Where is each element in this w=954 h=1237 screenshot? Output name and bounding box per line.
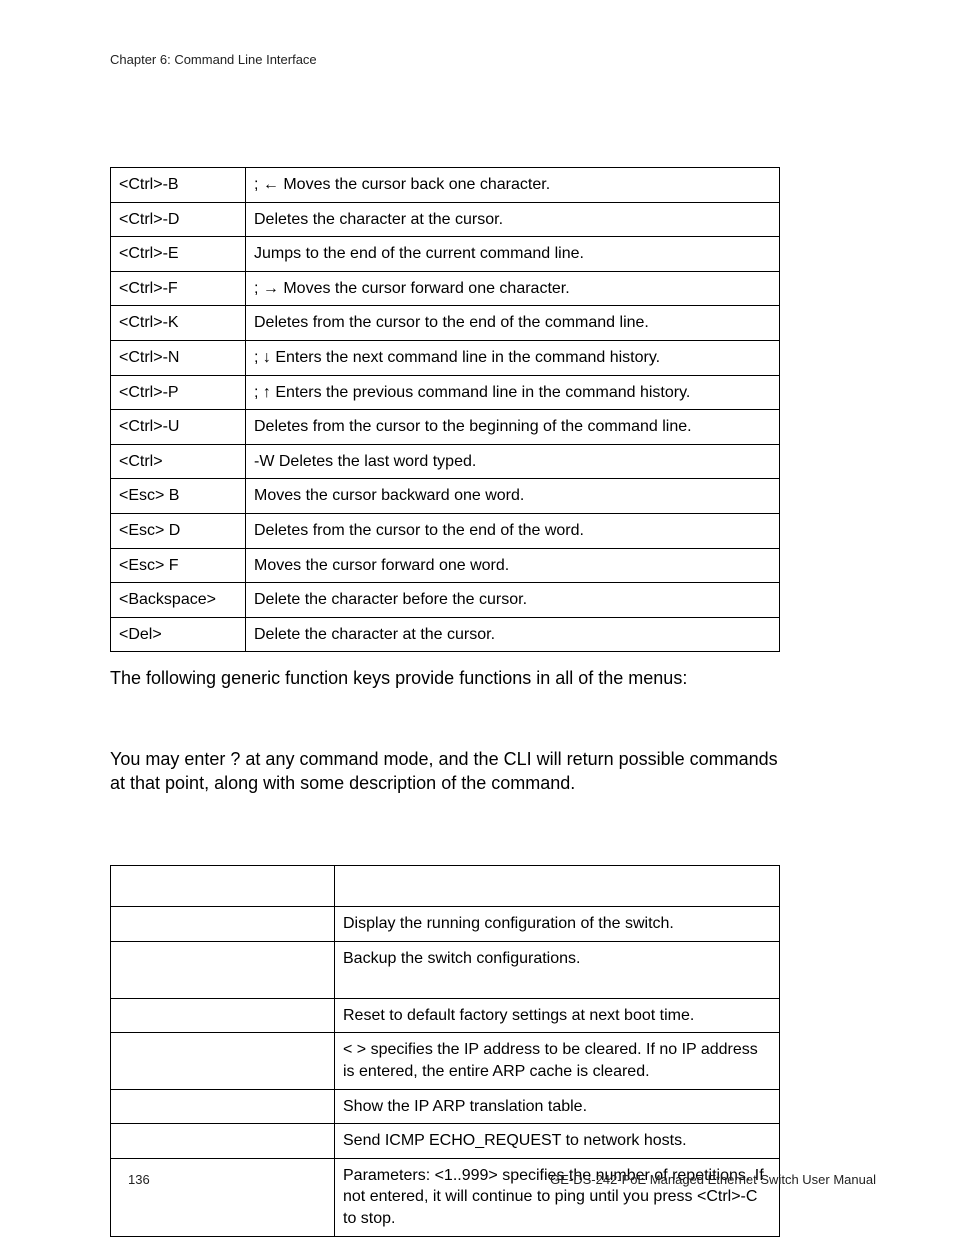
key-cell: <Esc> F — [111, 548, 246, 583]
desc-cell: -W Deletes the last word typed. — [246, 444, 780, 479]
desc-cell: < > specifies the IP address to be clear… — [335, 1033, 780, 1089]
table-row: <Ctrl>-EJumps to the end of the current … — [111, 237, 780, 272]
table-row: < > specifies the IP address to be clear… — [111, 1033, 780, 1089]
key-cell: <Ctrl>-K — [111, 306, 246, 341]
cmd-cell — [111, 866, 335, 907]
key-cell: <Ctrl>-U — [111, 410, 246, 445]
manual-title: GE-DS-242-PoE Managed Ethernet Switch Us… — [550, 1172, 876, 1187]
page-footer: 136 GE-DS-242-PoE Managed Ethernet Switc… — [128, 1172, 876, 1187]
desc-cell — [335, 866, 780, 907]
key-cell: <Del> — [111, 617, 246, 652]
paragraph: The following generic function keys prov… — [110, 666, 780, 690]
desc-cell: Display the running configuration of the… — [335, 907, 780, 942]
table-row: Parameters: <1..999> specifies the numbe… — [111, 1158, 780, 1236]
table-row: <Ctrl>-N; ↓ Enters the next command line… — [111, 340, 780, 375]
desc-cell: Deletes from the cursor to the end of th… — [246, 306, 780, 341]
desc-cell: Backup the switch configurations. — [335, 941, 780, 998]
desc-cell: Delete the character at the cursor. — [246, 617, 780, 652]
desc-cell: Deletes from the cursor to the beginning… — [246, 410, 780, 445]
table-row: Backup the switch configurations. — [111, 941, 780, 998]
page-number: 136 — [128, 1172, 150, 1187]
cmd-cell — [111, 1124, 335, 1159]
table-row: <Esc> FMoves the cursor forward one word… — [111, 548, 780, 583]
table-row: <Ctrl>-B; ← Moves the cursor back one ch… — [111, 168, 780, 203]
table-row: <Del>Delete the character at the cursor. — [111, 617, 780, 652]
desc-cell: ; ↑ Enters the previous command line in … — [246, 375, 780, 410]
desc-cell: Moves the cursor forward one word. — [246, 548, 780, 583]
key-cell: <Esc> D — [111, 513, 246, 548]
desc-cell: ; → Moves the cursor forward one charact… — [246, 271, 780, 306]
cmd-cell — [111, 907, 335, 942]
key-cell: <Ctrl>-B — [111, 168, 246, 203]
desc-cell: Parameters: <1..999> specifies the numbe… — [335, 1158, 780, 1236]
desc-cell: Reset to default factory settings at nex… — [335, 998, 780, 1033]
desc-cell: ; ↓ Enters the next command line in the … — [246, 340, 780, 375]
table-row: <Ctrl>-F; → Moves the cursor forward one… — [111, 271, 780, 306]
table-row: <Ctrl>-DDeletes the character at the cur… — [111, 202, 780, 237]
table-row: <Esc> DDeletes from the cursor to the en… — [111, 513, 780, 548]
key-cell: <Ctrl>-D — [111, 202, 246, 237]
table-row: <Ctrl>-W Deletes the last word typed. — [111, 444, 780, 479]
table-row: Show the IP ARP translation table. — [111, 1089, 780, 1124]
cmd-cell — [111, 1033, 335, 1089]
desc-cell: Show the IP ARP translation table. — [335, 1089, 780, 1124]
desc-cell: Send ICMP ECHO_REQUEST to network hosts. — [335, 1124, 780, 1159]
table-row: <Ctrl>-KDeletes from the cursor to the e… — [111, 306, 780, 341]
table-row: <Ctrl>-P; ↑ Enters the previous command … — [111, 375, 780, 410]
paragraph: You may enter ? at any command mode, and… — [110, 747, 780, 796]
table-row: <Backspace>Delete the character before t… — [111, 583, 780, 618]
cmd-cell — [111, 1158, 335, 1236]
desc-cell: Delete the character before the cursor. — [246, 583, 780, 618]
table-row — [111, 866, 780, 907]
key-cell: <Esc> B — [111, 479, 246, 514]
key-cell: <Ctrl>-F — [111, 271, 246, 306]
cmd-cell — [111, 941, 335, 998]
key-cell: <Ctrl>-E — [111, 237, 246, 272]
table-row: Reset to default factory settings at nex… — [111, 998, 780, 1033]
key-cell: <Ctrl>-P — [111, 375, 246, 410]
keybindings-table: <Ctrl>-B; ← Moves the cursor back one ch… — [110, 167, 780, 652]
key-cell: <Ctrl> — [111, 444, 246, 479]
key-cell: <Backspace> — [111, 583, 246, 618]
desc-cell: Moves the cursor backward one word. — [246, 479, 780, 514]
cmd-cell — [111, 1089, 335, 1124]
table-row: Display the running configuration of the… — [111, 907, 780, 942]
table-row: <Ctrl>-UDeletes from the cursor to the b… — [111, 410, 780, 445]
cmd-cell — [111, 998, 335, 1033]
key-cell: <Ctrl>-N — [111, 340, 246, 375]
table-row: <Esc> BMoves the cursor backward one wor… — [111, 479, 780, 514]
table-row: Send ICMP ECHO_REQUEST to network hosts. — [111, 1124, 780, 1159]
desc-cell: Jumps to the end of the current command … — [246, 237, 780, 272]
desc-cell: Deletes from the cursor to the end of th… — [246, 513, 780, 548]
desc-cell: ; ← Moves the cursor back one character. — [246, 168, 780, 203]
chapter-header: Chapter 6: Command Line Interface — [110, 52, 890, 67]
desc-cell: Deletes the character at the cursor. — [246, 202, 780, 237]
